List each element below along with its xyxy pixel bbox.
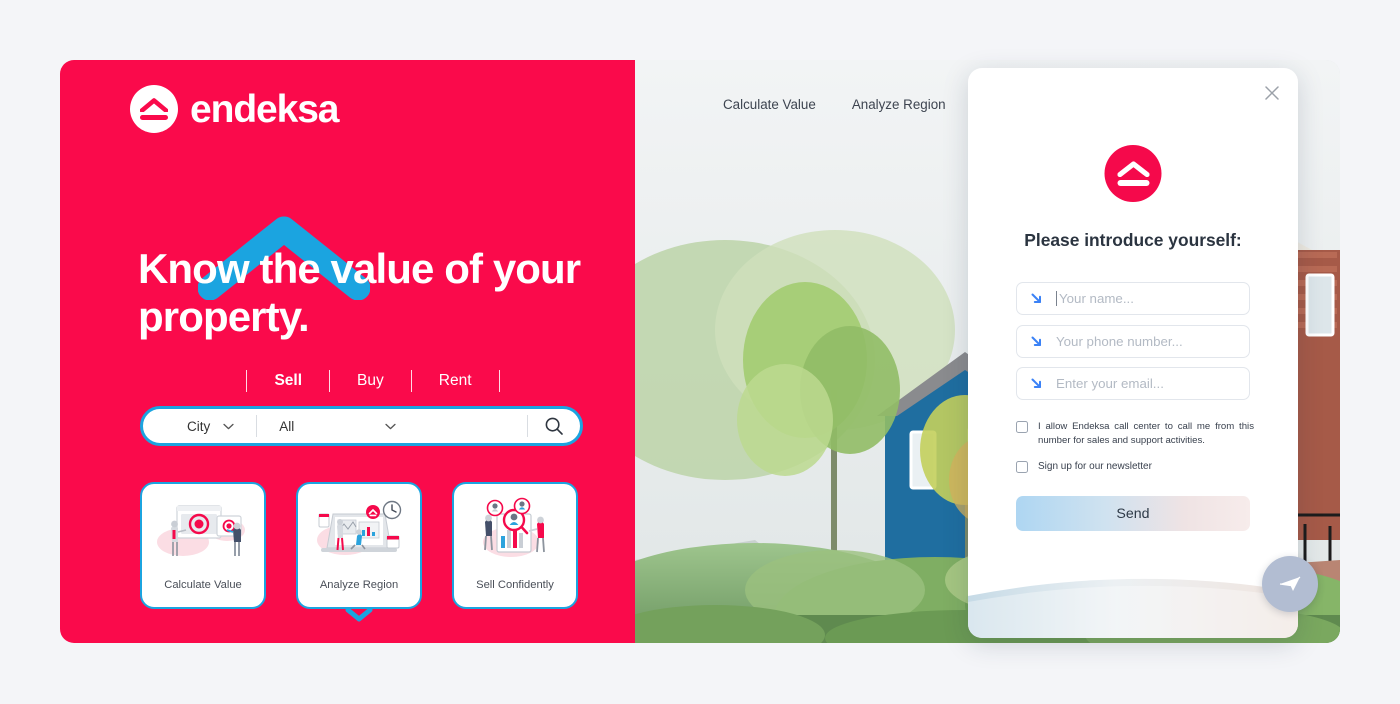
feature-cards: Calculate Value Analyze Region Sell Conf… xyxy=(140,482,578,622)
search-button[interactable] xyxy=(528,409,580,443)
card-sell-confidently[interactable]: Sell Confidently xyxy=(452,482,578,609)
email-field[interactable]: Enter your email... xyxy=(1016,367,1250,400)
city-select[interactable]: City xyxy=(143,419,234,434)
name-field[interactable]: Your name... xyxy=(1016,282,1250,315)
email-field-placeholder: Enter your email... xyxy=(1056,376,1164,391)
chevron-down-icon xyxy=(223,423,234,429)
tab-separator xyxy=(410,370,412,392)
brand-name: endeksa xyxy=(190,87,340,131)
analyze-region-illustration-icon xyxy=(317,500,402,555)
newsletter-checkbox-row[interactable]: Sign up for our newsletter xyxy=(1016,460,1254,475)
chevron-down-pointer-icon xyxy=(345,607,373,622)
send-button[interactable]: Send xyxy=(1016,496,1250,531)
roof-icon xyxy=(140,98,168,112)
consent-checkbox[interactable] xyxy=(1016,421,1028,433)
chat-send-button[interactable] xyxy=(1262,556,1318,612)
arrow-down-right-icon xyxy=(1031,293,1041,303)
city-select-label: City xyxy=(187,418,211,434)
modal-heading: Please introduce yourself: xyxy=(1024,230,1242,250)
sell-confidently-illustration-icon xyxy=(483,497,545,557)
close-icon[interactable] xyxy=(1263,84,1281,102)
property-type-label: All xyxy=(279,418,295,434)
phone-field[interactable]: Your phone number... xyxy=(1016,325,1250,358)
page-title: Know the value of your property. xyxy=(138,245,581,340)
tab-sell[interactable]: Sell xyxy=(261,372,315,390)
tab-separator xyxy=(329,370,331,392)
brand-logo[interactable]: endeksa xyxy=(130,85,340,133)
introduce-yourself-modal: Please introduce yourself: Your name... … xyxy=(968,68,1298,638)
card-calculate-value[interactable]: Calculate Value xyxy=(140,482,266,609)
name-field-placeholder: Your name... xyxy=(1059,291,1134,306)
roof-icon xyxy=(1117,161,1149,177)
property-type-select[interactable]: All xyxy=(257,419,396,434)
nav-analyze-region[interactable]: Analyze Region xyxy=(852,97,946,112)
consent-checkbox-row[interactable]: I allow Endeksa call center to call me f… xyxy=(1016,420,1254,448)
card-analyze-region[interactable]: Analyze Region xyxy=(296,482,422,622)
modal-wave-decoration xyxy=(968,578,1298,638)
listing-type-tabs: Sell Buy Rent xyxy=(138,370,608,392)
tab-separator xyxy=(246,370,248,392)
newsletter-checkbox-label: Sign up for our newsletter xyxy=(1038,461,1152,472)
card-label: Analyze Region xyxy=(319,579,399,591)
logo-bar xyxy=(1117,180,1149,186)
consent-checkbox-label: I allow Endeksa call center to call me f… xyxy=(1038,421,1254,446)
logo-bar xyxy=(140,115,168,120)
phone-field-placeholder: Your phone number... xyxy=(1056,334,1183,349)
endeksa-roof-logo-icon xyxy=(130,85,178,133)
tab-buy[interactable]: Buy xyxy=(344,372,397,390)
modal-endeksa-logo-icon xyxy=(1104,145,1162,202)
card-label: Calculate Value xyxy=(164,579,242,591)
hero-panel: endeksa Know the value of your property.… xyxy=(60,60,635,643)
tab-rent[interactable]: Rent xyxy=(426,372,485,390)
tab-separator xyxy=(498,370,500,392)
search-icon xyxy=(545,417,563,435)
arrow-down-right-icon xyxy=(1031,378,1041,388)
calculate-value-illustration-icon xyxy=(157,505,245,556)
card-label: Sell Confidently xyxy=(476,579,554,591)
chevron-down-icon xyxy=(385,423,396,429)
send-plane-icon xyxy=(1279,576,1301,591)
page-root: endeksa Know the value of your property.… xyxy=(0,0,1400,704)
arrow-down-right-icon xyxy=(1031,336,1041,346)
nav-calculate-value[interactable]: Calculate Value xyxy=(723,97,816,112)
newsletter-checkbox[interactable] xyxy=(1016,461,1028,473)
text-caret xyxy=(1056,291,1057,306)
property-search-bar: City All xyxy=(140,406,583,446)
